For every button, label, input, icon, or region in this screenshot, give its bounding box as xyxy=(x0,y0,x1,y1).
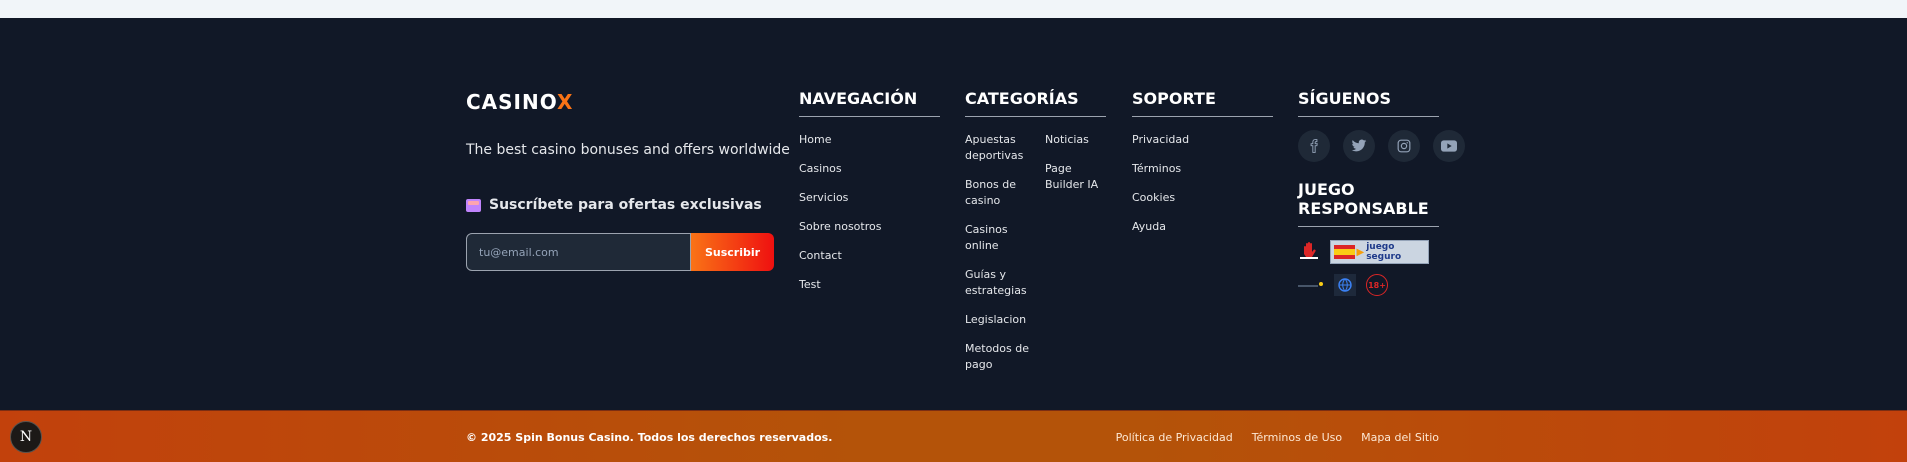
nav-link-sobre-nosotros[interactable]: Sobre nosotros xyxy=(799,219,940,235)
category-link[interactable]: Page Builder IA xyxy=(1045,161,1105,193)
dev-tools-badge[interactable]: N xyxy=(10,421,42,453)
privacy-policy-link[interactable]: Política de Privacidad xyxy=(1116,431,1233,444)
instagram-icon[interactable] xyxy=(1388,130,1420,162)
nav-link-test[interactable]: Test xyxy=(799,277,940,293)
categories-list-2: Noticias Page Builder IA xyxy=(1045,132,1105,386)
subscribe-title: Suscríbete para ofertas exclusivas xyxy=(489,197,762,213)
juego-seguro-label: juego seguro xyxy=(1366,242,1402,262)
category-link[interactable]: Casinos online xyxy=(965,222,1029,254)
arrow-icon: ▶ xyxy=(1356,246,1365,258)
category-link[interactable]: Noticias xyxy=(1045,132,1105,148)
nav-list: Home Casinos Servicios Sobre nosotros Co… xyxy=(799,132,940,293)
nav-link-servicios[interactable]: Servicios xyxy=(799,190,940,206)
brand-accent: X xyxy=(557,90,574,114)
stop-hand-icon[interactable] xyxy=(1298,240,1320,264)
nav-link-home[interactable]: Home xyxy=(799,132,940,148)
top-page-strip xyxy=(0,0,1907,18)
category-link[interactable]: Metodos de pago xyxy=(965,341,1029,373)
subscribe-form: Suscribir xyxy=(466,233,774,271)
brand-logo[interactable]: CASINOX xyxy=(466,90,573,114)
categories-grid: Apuestas deportivas Bonos de casino Casi… xyxy=(965,132,1106,386)
social-title: SÍGUENOS xyxy=(1298,89,1439,117)
subscribe-button[interactable]: Suscribir xyxy=(691,233,774,271)
dev-badge-letter: N xyxy=(19,429,33,445)
social-column: SÍGUENOS JUEGO RESPONSABLE ▶ juego segur… xyxy=(1298,89,1465,296)
terms-of-use-link[interactable]: Términos de Uso xyxy=(1252,431,1342,444)
nav-link-contact[interactable]: Contact xyxy=(799,248,940,264)
categories-list-1: Apuestas deportivas Bonos de casino Casi… xyxy=(965,132,1029,386)
category-link[interactable]: Guías y estrategias xyxy=(965,267,1029,299)
copyright-text: © 2025 Spin Bonus Casino. Todos los dere… xyxy=(466,431,833,444)
facebook-icon[interactable] xyxy=(1298,130,1330,162)
age-18-icon[interactable]: 18+ xyxy=(1366,274,1388,296)
envelope-icon xyxy=(466,198,481,212)
support-link-cookies[interactable]: Cookies xyxy=(1132,190,1273,206)
bottom-bar: N © 2025 Spin Bonus Casino. Todos los de… xyxy=(0,410,1907,462)
site-footer: CASINOX The best casino bonuses and offe… xyxy=(0,18,1907,410)
spain-flag-icon xyxy=(1334,245,1355,259)
categories-column: CATEGORÍAS Apuestas deportivas Bonos de … xyxy=(965,89,1106,386)
twitter-icon[interactable] xyxy=(1343,130,1375,162)
support-column: SOPORTE Privacidad Términos Cookies Ayud… xyxy=(1132,89,1273,248)
responsible-badges-row-2: 18+ xyxy=(1298,274,1465,296)
support-list: Privacidad Términos Cookies Ayuda xyxy=(1132,132,1273,235)
support-link-privacidad[interactable]: Privacidad xyxy=(1132,132,1273,148)
gamcare-logo-icon[interactable] xyxy=(1298,276,1324,295)
support-title: SOPORTE xyxy=(1132,89,1273,117)
juego-seguro-badge[interactable]: ▶ juego seguro xyxy=(1330,240,1429,264)
responsible-badges-row-1: ▶ juego seguro xyxy=(1298,240,1465,264)
globe-icon[interactable] xyxy=(1334,274,1356,296)
subscribe-heading: Suscríbete para ofertas exclusivas xyxy=(466,197,762,213)
nav-column: NAVEGACIÓN Home Casinos Servicios Sobre … xyxy=(799,89,940,306)
responsible-title: JUEGO RESPONSABLE xyxy=(1298,180,1439,227)
age-18-label: 18+ xyxy=(1368,280,1386,290)
category-link[interactable]: Legislacion xyxy=(965,312,1029,328)
support-link-terminos[interactable]: Términos xyxy=(1132,161,1273,177)
email-input[interactable] xyxy=(466,233,691,271)
nav-link-casinos[interactable]: Casinos xyxy=(799,161,940,177)
brand-name: CASINO xyxy=(466,90,558,114)
category-link[interactable]: Apuestas deportivas xyxy=(965,132,1029,164)
nav-title: NAVEGACIÓN xyxy=(799,89,940,117)
categories-title: CATEGORÍAS xyxy=(965,89,1106,117)
youtube-icon[interactable] xyxy=(1433,130,1465,162)
brand-tagline: The best casino bonuses and offers world… xyxy=(466,142,790,158)
legal-links: Política de Privacidad Términos de Uso M… xyxy=(1116,431,1439,444)
category-link[interactable]: Bonos de casino xyxy=(965,177,1029,209)
sitemap-link[interactable]: Mapa del Sitio xyxy=(1361,431,1439,444)
support-link-ayuda[interactable]: Ayuda xyxy=(1132,219,1273,235)
social-links xyxy=(1298,130,1465,162)
